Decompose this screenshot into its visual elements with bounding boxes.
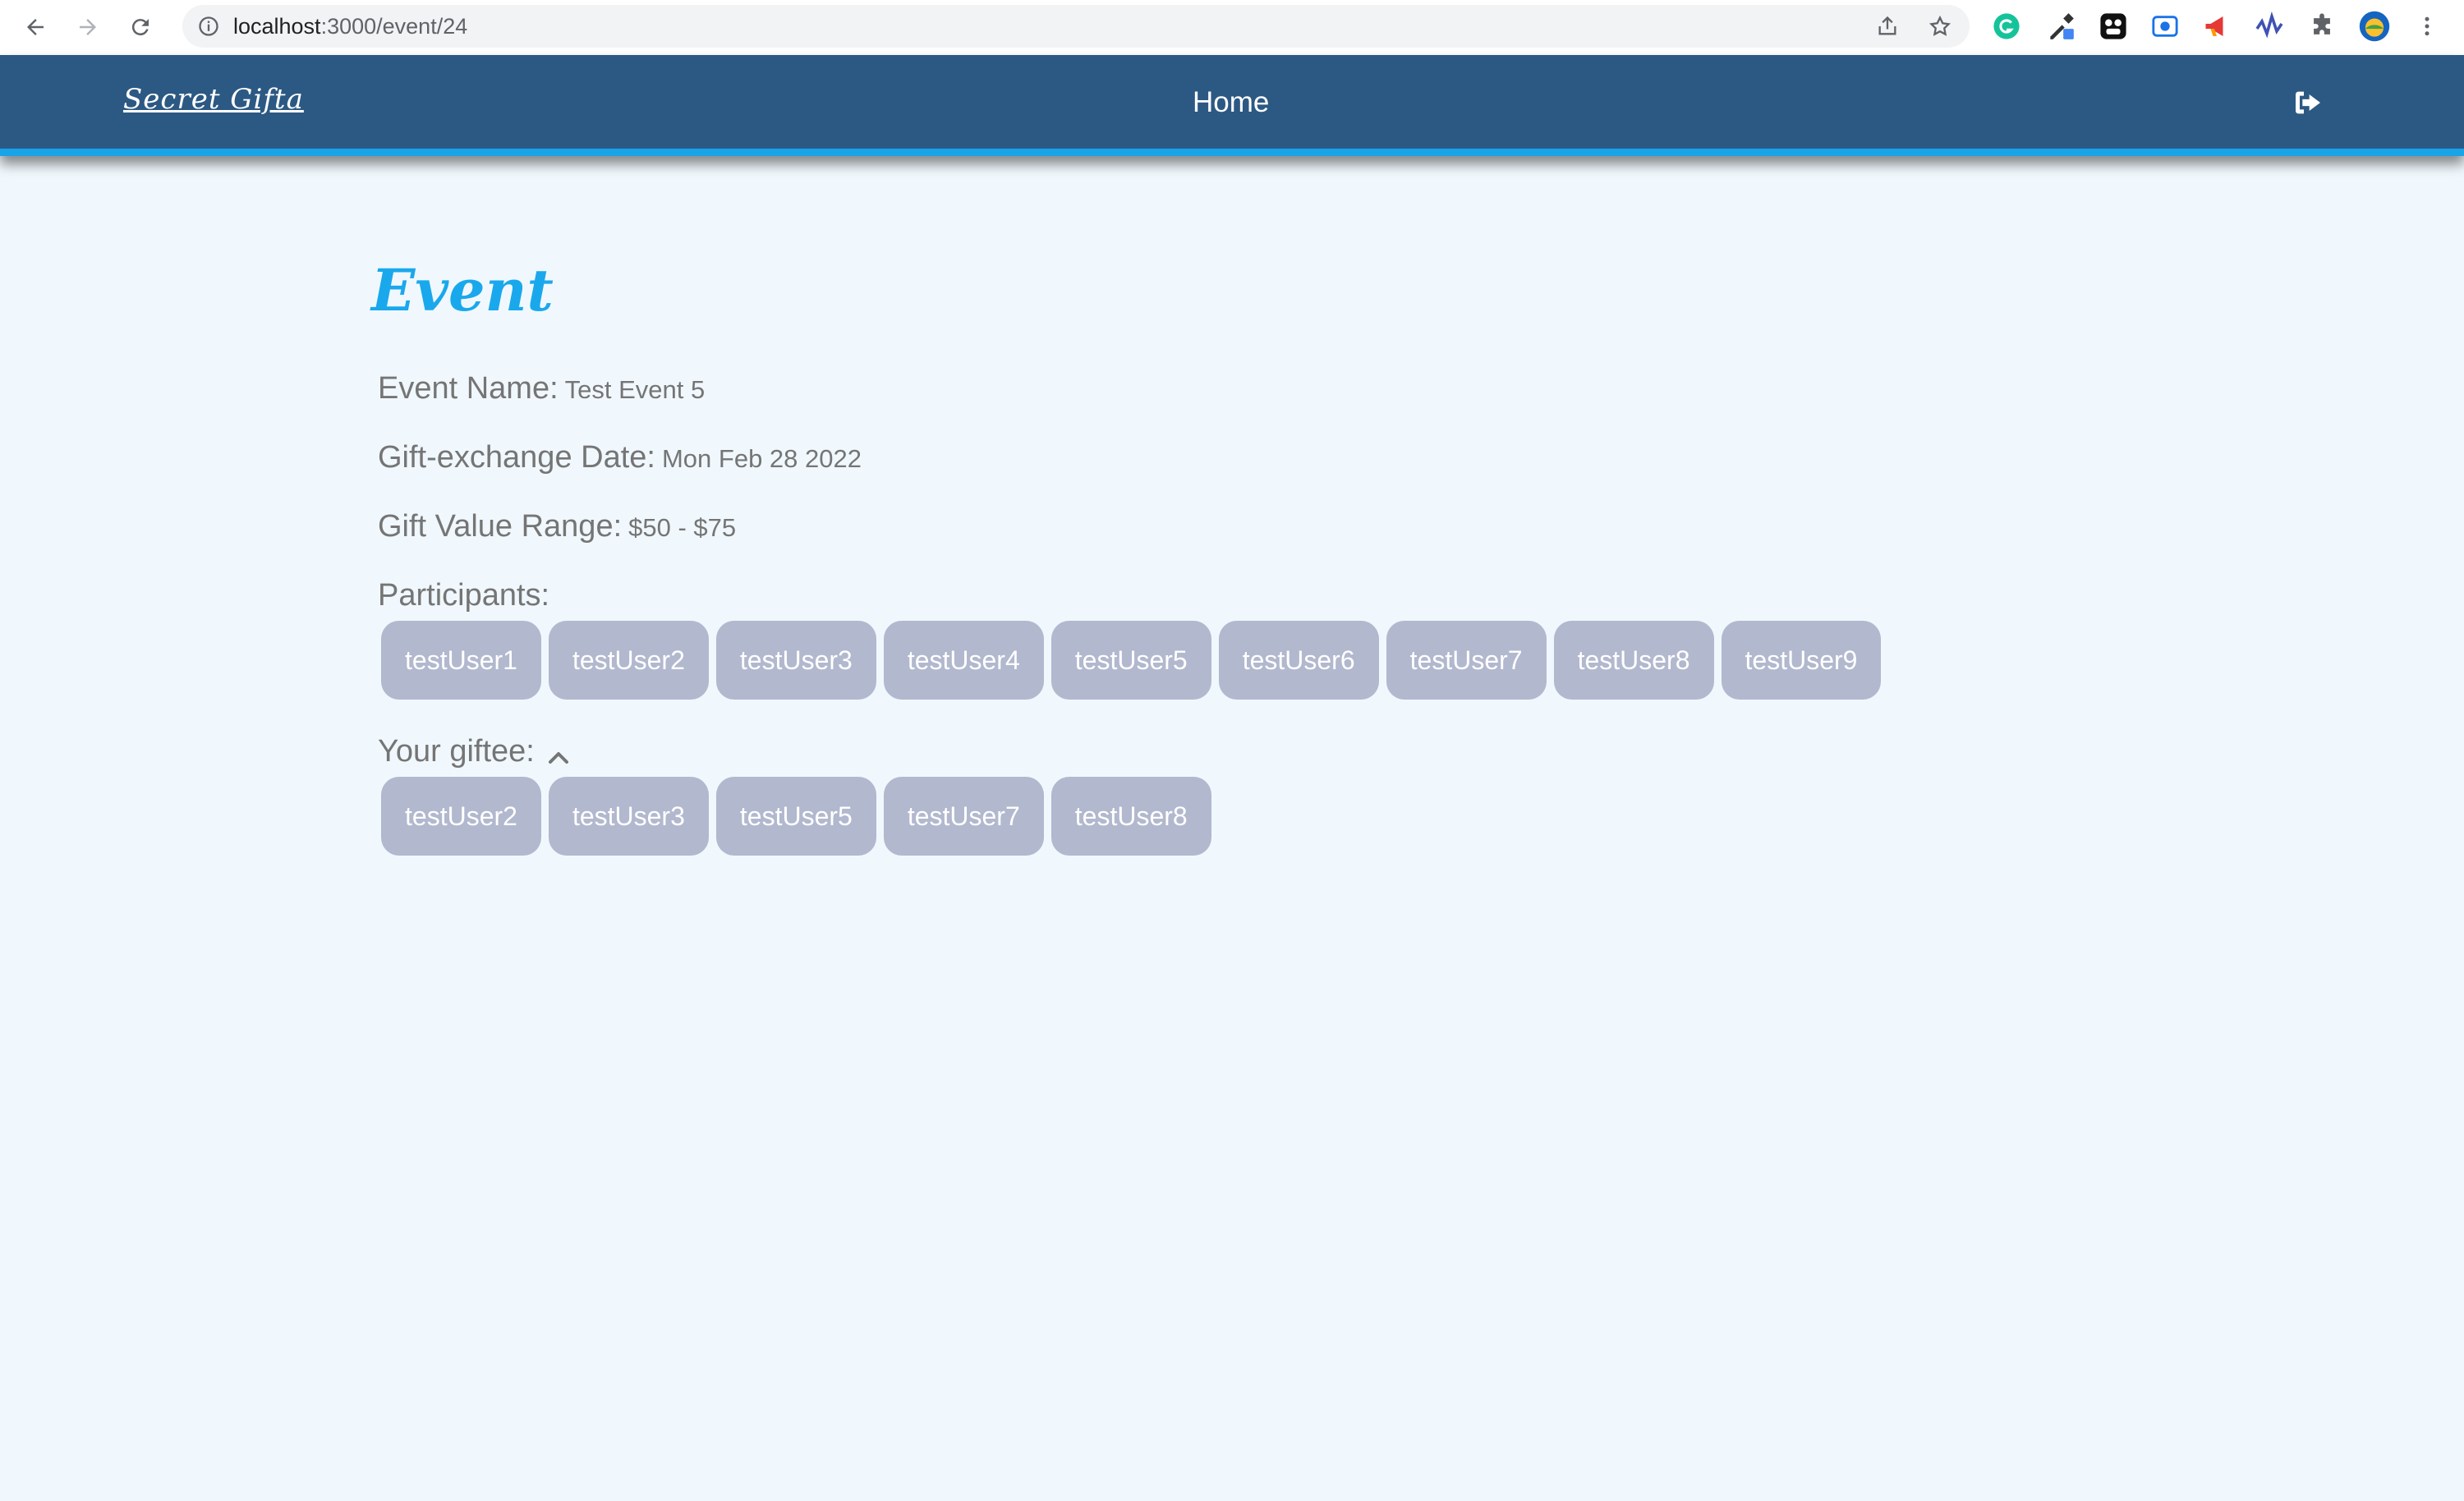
giftee-chip[interactable]: testUser2 <box>381 777 541 856</box>
participant-chip[interactable]: testUser6 <box>1218 621 1379 700</box>
event-name-label: Event Name: <box>378 371 559 406</box>
participant-chip[interactable]: testUser1 <box>381 621 541 700</box>
brand-link[interactable]: Secret Gifta <box>123 83 304 116</box>
megaphone-icon[interactable] <box>2201 11 2232 42</box>
url-host: localhost <box>233 14 321 39</box>
range-row: Gift Value Range: $50 - $75 <box>378 509 736 544</box>
screen-capture-icon[interactable] <box>2149 11 2181 42</box>
browser-toolbar: localhost:3000/event/24 <box>0 0 2464 56</box>
date-value: Mon Feb 28 2022 <box>661 444 862 473</box>
bookmark-star-icon[interactable] <box>1928 15 1951 38</box>
eyedropper-icon[interactable] <box>2045 11 2076 42</box>
back-icon[interactable] <box>16 8 54 46</box>
chevron-up-icon[interactable] <box>546 746 571 770</box>
participants-label: Participants: <box>378 578 550 613</box>
giftee-list: testUser2 testUser3 testUser5 testUser7 … <box>381 777 1211 856</box>
waveform-icon[interactable] <box>2254 11 2285 42</box>
giftee-chip[interactable]: testUser8 <box>1050 777 1211 856</box>
participants-row: Participants: <box>378 578 549 613</box>
tampermonkey-icon[interactable] <box>2098 11 2129 42</box>
giftee-chip[interactable]: testUser5 <box>715 777 876 856</box>
giftee-label: Your giftee: <box>378 734 535 769</box>
page-title: Event <box>371 256 554 324</box>
forward-icon[interactable] <box>69 8 107 46</box>
site-info-icon[interactable] <box>197 15 220 38</box>
participant-chip[interactable]: testUser5 <box>1050 621 1211 700</box>
participants-list: testUser1 testUser2 testUser3 testUser4 … <box>381 621 1882 700</box>
share-icon[interactable] <box>1876 15 1899 38</box>
logout-icon[interactable] <box>2292 86 2324 119</box>
reload-icon[interactable] <box>122 8 159 46</box>
giftee-chip[interactable]: testUser3 <box>548 777 709 856</box>
giftee-row: Your giftee: <box>378 734 571 770</box>
event-name-row: Event Name: Test Event 5 <box>378 371 705 406</box>
range-value: $50 - $75 <box>628 513 737 542</box>
participant-chip[interactable]: testUser7 <box>1386 621 1547 700</box>
profile-avatar-icon[interactable] <box>2359 11 2390 42</box>
grammarly-icon[interactable] <box>1991 11 2022 42</box>
range-label: Gift Value Range: <box>378 509 623 544</box>
extensions-puzzle-icon[interactable] <box>2306 11 2338 42</box>
giftee-chip[interactable]: testUser7 <box>883 777 1044 856</box>
browser-menu-icon[interactable] <box>2411 11 2443 42</box>
url-text: localhost:3000/event/24 <box>233 5 467 48</box>
url-path: :3000/event/24 <box>320 14 468 39</box>
participant-chip[interactable]: testUser3 <box>715 621 876 700</box>
participant-chip[interactable]: testUser4 <box>883 621 1044 700</box>
participant-chip[interactable]: testUser8 <box>1553 621 1714 700</box>
participant-chip[interactable]: testUser2 <box>548 621 709 700</box>
home-link[interactable]: Home <box>1193 86 1269 119</box>
event-name-value: Test Event 5 <box>564 375 706 404</box>
app-navbar: Secret Gifta Home <box>0 55 2464 156</box>
date-row: Gift-exchange Date: Mon Feb 28 2022 <box>378 440 862 475</box>
date-label: Gift-exchange Date: <box>378 440 655 475</box>
participant-chip[interactable]: testUser9 <box>1721 621 1882 700</box>
address-bar[interactable]: localhost:3000/event/24 <box>182 5 1970 48</box>
